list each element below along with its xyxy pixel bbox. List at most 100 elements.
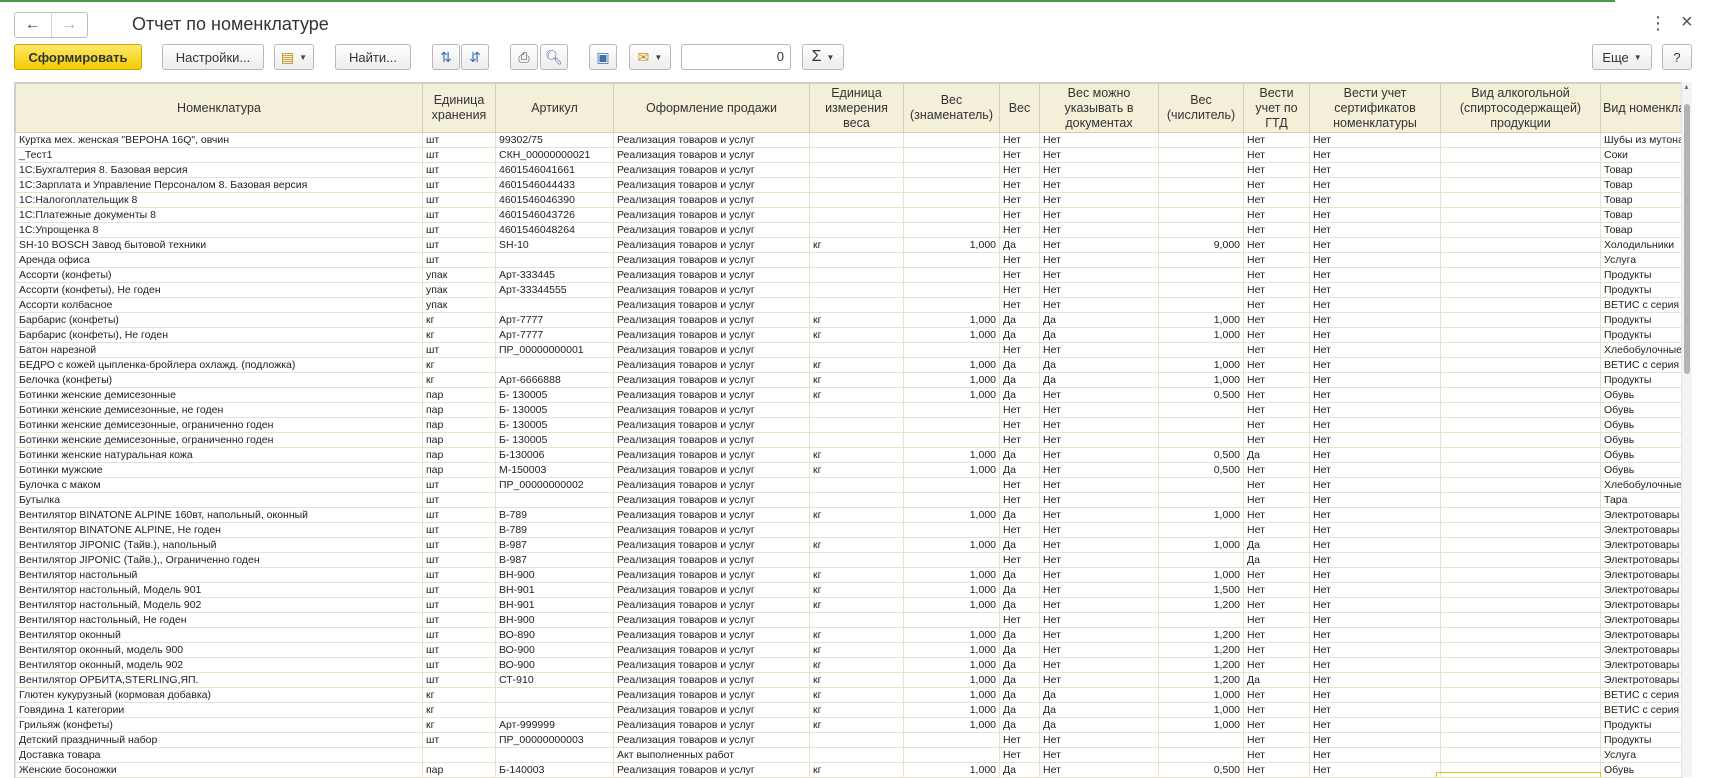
table-cell[interactable]: Продукты	[1600, 732, 1683, 748]
table-cell[interactable]: кг	[809, 567, 904, 583]
preview-button[interactable]: 🔍︎	[540, 44, 568, 70]
generate-button[interactable]: Сформировать	[14, 44, 142, 70]
table-cell[interactable]: Нет	[999, 432, 1040, 448]
table-cell[interactable]: Говядина 1 категории	[15, 702, 423, 718]
table-cell[interactable]: шт	[422, 477, 496, 493]
table-cell[interactable]: кг	[809, 642, 904, 658]
table-cell[interactable]: Реализация товаров и услуг	[613, 267, 810, 283]
table-cell[interactable]: Реализация товаров и услуг	[613, 417, 810, 433]
table-cell[interactable]	[1158, 177, 1244, 193]
table-cell[interactable]: шт	[422, 732, 496, 748]
table-row[interactable]: Вентилятор настольный, Модель 901 шт ВН-90…	[15, 582, 1683, 598]
table-cell[interactable]: Нет	[999, 297, 1040, 313]
table-cell[interactable]: шт	[422, 552, 496, 568]
table-cell[interactable]: 1,000	[1158, 327, 1244, 343]
table-cell[interactable]: Электротовары	[1600, 537, 1683, 553]
table-cell[interactable]: 1,000	[903, 762, 1000, 778]
table-cell[interactable]: пар	[422, 417, 496, 433]
table-cell[interactable]: Женские босоножки	[15, 762, 423, 778]
table-cell[interactable]: Нет	[1039, 417, 1159, 433]
table-cell[interactable]: Реализация товаров и услуг	[613, 627, 810, 643]
table-cell[interactable]: Нет	[1039, 657, 1159, 673]
table-cell[interactable]: Нет	[1309, 462, 1441, 478]
table-cell[interactable]: кг	[422, 357, 496, 373]
table-cell[interactable]: Нет	[999, 342, 1040, 358]
table-cell[interactable]: 1С:Бухгалтерия 8. Базовая версия	[15, 162, 423, 178]
table-row[interactable]: Ботинки женские демисезонные, не годен па…	[15, 402, 1683, 418]
table-cell[interactable]: Обувь	[1600, 762, 1683, 778]
table-cell[interactable]: Нет	[1309, 552, 1441, 568]
table-cell[interactable]	[1440, 672, 1601, 688]
table-cell[interactable]: Обувь	[1600, 447, 1683, 463]
table-cell[interactable]: Нет	[1243, 357, 1310, 373]
table-cell[interactable]	[1440, 327, 1601, 343]
table-cell[interactable]: ПР_00000000001	[495, 342, 614, 358]
find-button[interactable]: Найти...	[335, 44, 411, 70]
table-cell[interactable]: Нет	[1243, 462, 1310, 478]
table-cell[interactable]: Нет	[1309, 687, 1441, 703]
table-cell[interactable]: Нет	[1243, 207, 1310, 223]
table-cell[interactable]: ПР_00000000002	[495, 477, 614, 493]
table-row[interactable]: 1С:Упрощенка 8 шт 4601546048264 Реализация …	[15, 222, 1683, 238]
table-row[interactable]: 1С:Зарплата и Управление Персоналом 8. Б…	[15, 177, 1683, 193]
sum-button[interactable]: Σ ▼	[802, 44, 844, 70]
table-cell[interactable]	[1440, 597, 1601, 613]
table-cell[interactable]	[1440, 312, 1601, 328]
table-cell[interactable]: Электротовары	[1600, 552, 1683, 568]
table-cell[interactable]: Детский праздничный набор	[15, 732, 423, 748]
table-cell[interactable]: В-987	[495, 537, 614, 553]
table-cell[interactable]: Нет	[1243, 642, 1310, 658]
table-cell[interactable]: шт	[422, 672, 496, 688]
table-cell[interactable]	[809, 732, 904, 748]
table-cell[interactable]: Нет	[1243, 162, 1310, 178]
more-vertical-icon[interactable]: ⋮	[1649, 12, 1667, 34]
table-cell[interactable]	[903, 402, 1000, 418]
table-cell[interactable]: Обувь	[1600, 417, 1683, 433]
table-cell[interactable]: 1,000	[903, 372, 1000, 388]
table-cell[interactable]: Нет	[1039, 132, 1159, 148]
table-cell[interactable]	[1440, 132, 1601, 148]
table-row[interactable]: Вентилятор настольный шт ВН-900 Реализация …	[15, 567, 1683, 583]
table-cell[interactable]: Бутылка	[15, 492, 423, 508]
table-cell[interactable]: Реализация товаров и услуг	[613, 357, 810, 373]
table-cell[interactable]: 1,000	[1158, 702, 1244, 718]
table-row[interactable]: Ассорти (конфеты) упак Арт-333445 Реализаци…	[15, 267, 1683, 283]
table-cell[interactable]: шт	[422, 492, 496, 508]
table-cell[interactable]	[903, 192, 1000, 208]
table-cell[interactable]: Да	[999, 447, 1040, 463]
table-cell[interactable]	[903, 492, 1000, 508]
table-row[interactable]: Ассорти колбасное упак Реализация товаров …	[15, 297, 1683, 313]
table-cell[interactable]	[1440, 357, 1601, 373]
table-cell[interactable]: Нет	[1039, 597, 1159, 613]
table-cell[interactable]	[1440, 522, 1601, 538]
table-cell[interactable]: Товар	[1600, 207, 1683, 223]
table-cell[interactable]: Да	[1243, 447, 1310, 463]
table-cell[interactable]: 0,500	[1158, 387, 1244, 403]
table-cell[interactable]	[903, 147, 1000, 163]
table-cell[interactable]: Да	[999, 762, 1040, 778]
table-cell[interactable]: Доставка товара	[15, 747, 423, 763]
table-cell[interactable]: Реализация товаров и услуг	[613, 432, 810, 448]
table-cell[interactable]	[495, 357, 614, 373]
table-cell[interactable]: Нет	[1309, 132, 1441, 148]
table-cell[interactable]: Нет	[1309, 432, 1441, 448]
table-cell[interactable]: Продукты	[1600, 717, 1683, 733]
table-cell[interactable]: Нет	[1243, 522, 1310, 538]
table-cell[interactable]	[1158, 267, 1244, 283]
table-cell[interactable]: кг	[422, 687, 496, 703]
table-cell[interactable]: шт	[422, 597, 496, 613]
table-cell[interactable]: Нет	[999, 192, 1040, 208]
table-cell[interactable]: Электротовары	[1600, 507, 1683, 523]
table-cell[interactable]: пар	[422, 402, 496, 418]
table-cell[interactable]: Нет	[1309, 447, 1441, 463]
column-header[interactable]: Вес (числитель)	[1158, 83, 1244, 133]
table-cell[interactable]: Да	[999, 507, 1040, 523]
table-cell[interactable]: Нет	[1243, 177, 1310, 193]
table-cell[interactable]	[422, 747, 496, 763]
table-cell[interactable]	[903, 177, 1000, 193]
table-cell[interactable]: 1С:Налогоплательщик 8	[15, 192, 423, 208]
table-cell[interactable]: 1,000	[903, 627, 1000, 643]
table-cell[interactable]: Электротовары	[1600, 642, 1683, 658]
table-cell[interactable]: Реализация товаров и услуг	[613, 312, 810, 328]
table-cell[interactable]: шт	[422, 207, 496, 223]
